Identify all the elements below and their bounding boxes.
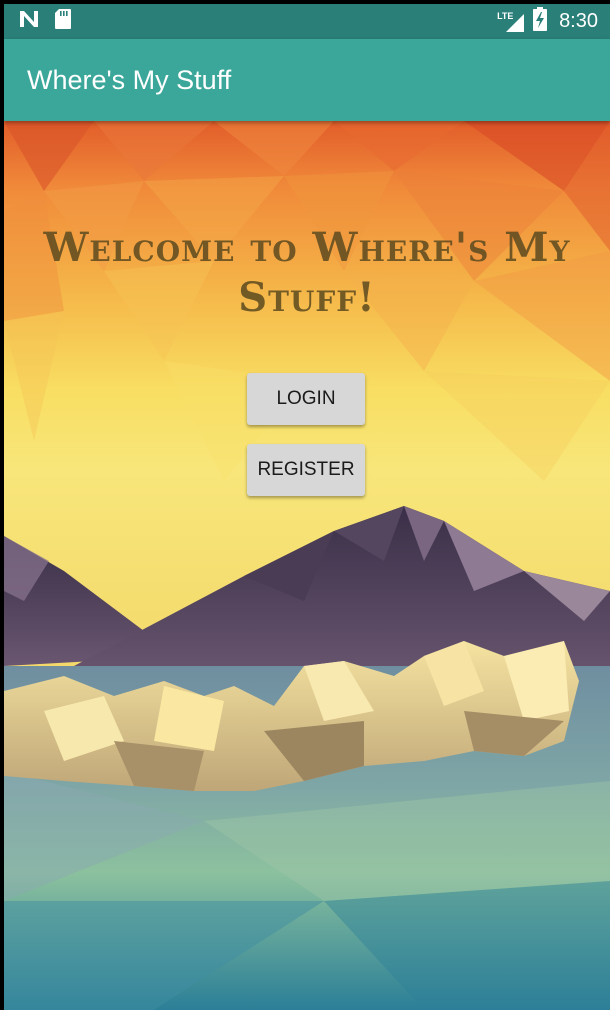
- battery-charging-icon: [533, 7, 548, 36]
- app-bar: Where's My Stuff: [4, 39, 610, 121]
- status-right-group: LTE 8:30: [497, 4, 598, 39]
- register-button[interactable]: REGISTER: [247, 444, 365, 496]
- login-button[interactable]: LOGIN: [247, 373, 365, 425]
- app-screen: LTE 8:30 Where's My Stuff Welcome to Whe…: [4, 4, 610, 1010]
- status-time: 8:30: [559, 10, 598, 32]
- n-notification-icon: [18, 8, 40, 35]
- welcome-heading: Welcome to Where's My Stuff!: [43, 224, 571, 321]
- status-bar: LTE 8:30: [4, 4, 610, 39]
- app-title: Where's My Stuff: [27, 65, 232, 95]
- status-left-group: [18, 4, 72, 39]
- sd-card-icon: [54, 8, 72, 35]
- lte-signal-icon: LTE: [497, 10, 525, 34]
